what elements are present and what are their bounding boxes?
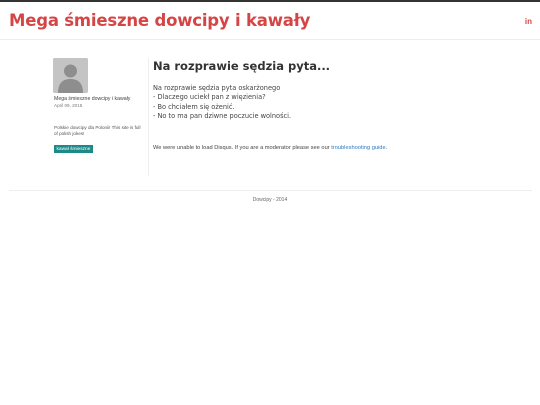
footer-text: Dowcipy - 2014 [252,197,288,203]
linkedin-icon[interactable]: in [525,17,532,26]
disqus-error-message: We were unable to load Disqus. If you ar… [153,145,387,151]
site-title[interactable]: Mega śmieszne dowcipy i kawały [9,11,310,30]
post-line: Na rozprawie sędzia pyta oskarżonego [153,84,281,92]
author-name: Mega śmieszne dowcipy i kawały [54,96,131,102]
author-sidebar: Mega śmieszne dowcipy i kawały April 09,… [53,58,149,176]
site-header: Mega śmieszne dowcipy i kawały in [0,2,540,40]
post-title: Na rozprawie sędzia pyta... [153,59,331,73]
site-description: Polskie dowcipy dla Polonii! This site i… [54,125,141,136]
tag-label[interactable]: kawał śmieszne [54,145,93,153]
post-date: April 09, 2015 [54,103,83,108]
disqus-message-text: We were unable to load Disqus. If you ar… [153,145,332,151]
disqus-period: . [385,145,388,151]
avatar [53,58,88,93]
default-user-avatar-icon [53,58,88,93]
post-body: Na rozprawie sędzia pyta oskarżonego - D… [153,84,413,121]
post-line: - No to ma pan dziwne poczucie wolności. [153,111,292,120]
footer-divider [9,190,532,191]
troubleshooting-guide-link[interactable]: troubleshooting guide [331,145,385,151]
post-line: - Bo chciałem się ożenić. [153,102,235,111]
post-line: - Dlaczego uciekł pan z więzienia? [153,93,266,102]
